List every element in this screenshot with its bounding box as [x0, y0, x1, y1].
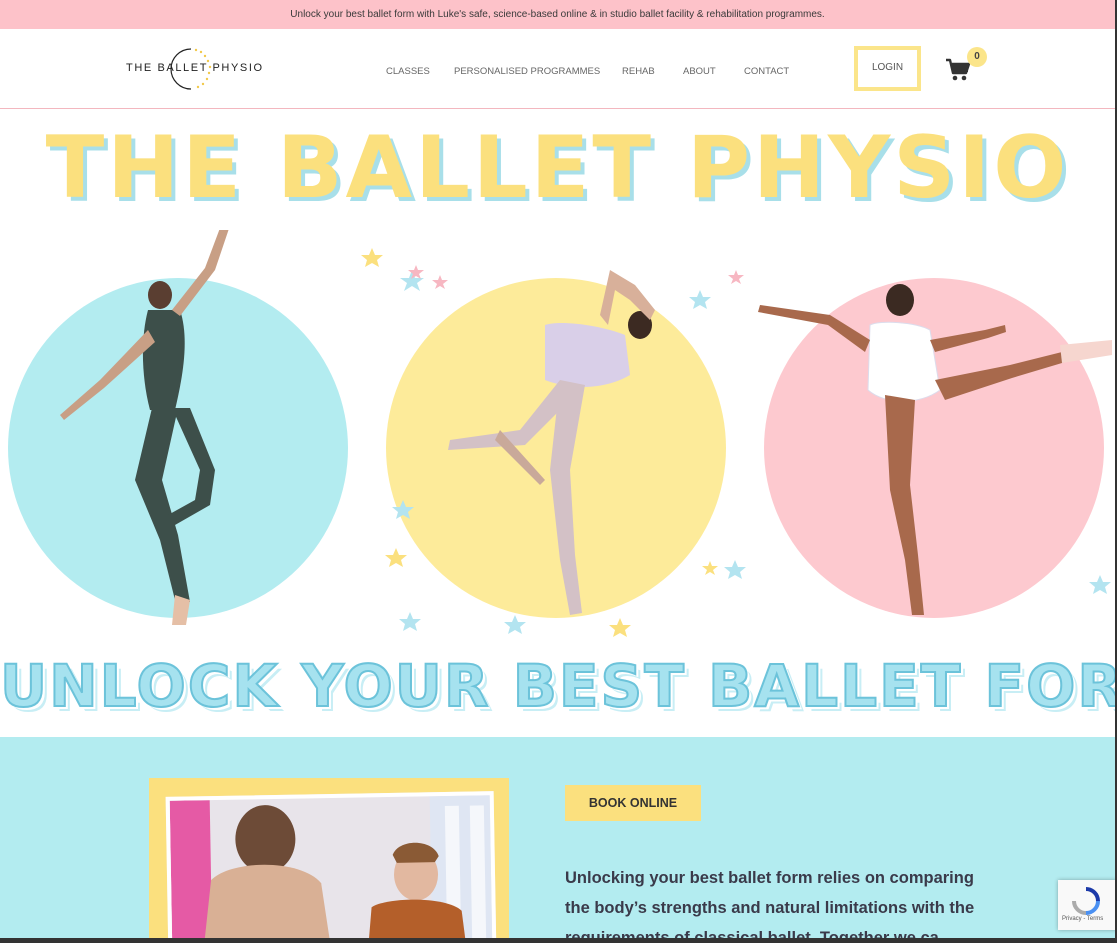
hero-banner: THE BALLET PHYSIO UNLOCK YOUR BEST BALLE… — [0, 110, 1115, 737]
hero-dancers-illustration — [8, 230, 1112, 637]
login-button[interactable]: LOGIN — [854, 46, 921, 91]
physio-session-photo — [165, 791, 497, 943]
hero-title: THE BALLET PHYSIO — [45, 118, 1070, 218]
recaptcha-icon — [1072, 887, 1100, 915]
nav-about[interactable]: ABOUT — [683, 66, 716, 77]
site-logo[interactable]: THE BALLET PHYSIO — [126, 46, 262, 92]
logo-text: THE BALLET PHYSIO — [126, 62, 264, 74]
recaptcha-links[interactable]: Privacy - Terms — [1062, 916, 1103, 922]
pink-circle — [764, 278, 1104, 618]
shopping-cart-icon[interactable] — [945, 58, 971, 82]
announcement-text: Unlock your best ballet form with Luke's… — [290, 9, 825, 20]
window-bottom-edge — [0, 938, 1117, 943]
site-header: THE BALLET PHYSIO CLASSES PERSONALISED P… — [0, 29, 1115, 109]
nav-contact[interactable]: CONTACT — [744, 66, 789, 77]
hero-subtitle: UNLOCK YOUR BEST BALLET FORM — [0, 651, 1115, 721]
announcement-bar: Unlock your best ballet form with Luke's… — [0, 0, 1115, 29]
nav-rehab[interactable]: REHAB — [622, 66, 655, 77]
book-online-button[interactable]: BOOK ONLINE — [565, 785, 701, 821]
recaptcha-badge[interactable]: Privacy - Terms — [1058, 880, 1117, 930]
cart-count-badge: 0 — [967, 47, 987, 67]
about-intro-text: Unlocking your best ballet form relies o… — [565, 869, 975, 943]
about-section: BOOK ONLINE Unlocking your best ballet f… — [0, 737, 1115, 943]
nav-classes[interactable]: CLASSES — [386, 66, 430, 77]
nav-personalised-programmes[interactable]: PERSONALISED PROGRAMMES — [454, 66, 600, 77]
